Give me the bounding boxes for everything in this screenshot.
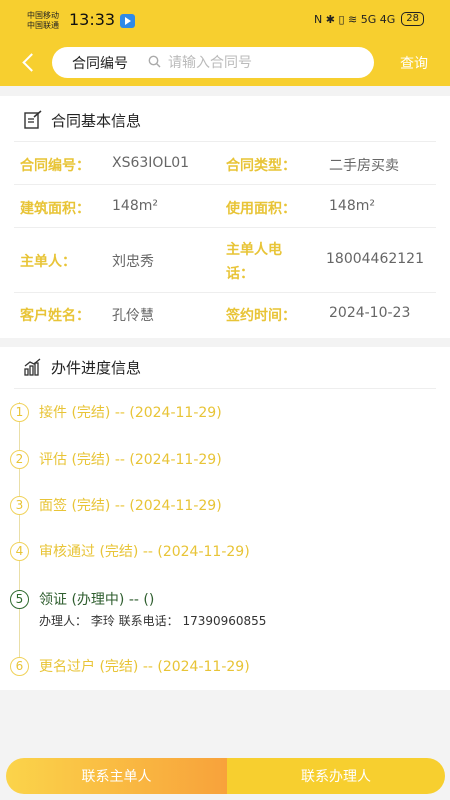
timeline-line <box>19 402 20 676</box>
divider <box>14 184 436 185</box>
use-area-value: 148m² <box>329 198 375 214</box>
step-number-2: 2 <box>10 449 29 469</box>
carrier-2: 中国联通 <box>27 21 59 30</box>
use-area-label: 使用面积： <box>226 201 296 217</box>
contract-type-label: 合同类型： <box>226 158 296 174</box>
owner-value: 刘忠秀 <box>112 254 154 270</box>
contract-type-value: 二手房买卖 <box>329 158 399 174</box>
progress-step-1: 1 接件 (完结) -- (2024-11-29) <box>10 402 222 422</box>
carrier-1: 中国移动 <box>27 11 59 20</box>
step-text-1: 接件 (完结) -- (2024-11-29) <box>39 405 222 421</box>
step-number-4: 4 <box>10 541 29 561</box>
bar-chart-icon <box>24 358 41 376</box>
build-area-label: 建筑面积： <box>20 201 90 217</box>
contract-number-value: XS63IOL01 <box>112 155 190 171</box>
progress-step-4: 4 审核通过 (完结) -- (2024-11-29) <box>10 541 250 561</box>
status-time: 13:33 <box>69 10 116 29</box>
carrier-info: 中国移动 中国联通 <box>27 11 59 31</box>
build-area-value: 148m² <box>112 198 158 214</box>
customer-name-label: 客户姓名： <box>20 308 90 324</box>
progress-card <box>0 347 450 690</box>
step-5-handler-info: 办理人： 李玲 联系电话： 17390960855 <box>39 614 267 628</box>
sign-date-value: 2024-10-23 <box>329 305 411 321</box>
step-text-4: 审核通过 (完结) -- (2024-11-29) <box>39 544 250 560</box>
contract-number-label: 合同编号： <box>20 158 90 174</box>
search-bar[interactable]: 合同编号 <box>52 47 374 78</box>
owner-phone-label-line1: 主单人电 <box>226 242 282 258</box>
contract-info-header: 合同基本信息 <box>23 108 141 132</box>
search-field-label: 合同编号 <box>72 56 128 72</box>
battery-icon: 28 <box>401 12 424 26</box>
search-icon <box>148 55 161 68</box>
customer-name-value: 孔伶慧 <box>112 308 154 324</box>
contact-handler-button[interactable]: 联系办理人 <box>227 758 445 794</box>
step-number-5: 5 <box>10 589 29 609</box>
owner-phone-value[interactable]: 18004462121 <box>326 251 424 267</box>
owner-phone-label-line2: 话： <box>226 266 254 282</box>
owner-label: 主单人： <box>20 254 76 270</box>
step-number-1: 1 <box>10 402 29 422</box>
contract-number-input[interactable] <box>168 52 358 74</box>
system-icons: N ✱ ▯ ≋ 5G 4G 28 <box>314 12 424 26</box>
status-bar: 中国移动 中国联通 13:33 N ✱ ▯ ≋ 5G 4G 28 <box>0 0 450 40</box>
progress-step-3: 3 面签 (完结) -- (2024-11-29) <box>10 495 222 515</box>
progress-title: 办件进度信息 <box>51 358 142 377</box>
step-text-6: 更名过户 (完结) -- (2024-11-29) <box>39 659 250 675</box>
step-text-2: 评估 (完结) -- (2024-11-29) <box>39 452 222 468</box>
sign-date-label: 签约时间： <box>226 308 296 324</box>
query-button[interactable]: 查询 <box>400 53 428 73</box>
progress-step-6: 6 更名过户 (完结) -- (2024-11-29) <box>10 656 250 676</box>
progress-step-5: 5 领证 (办理中) -- () <box>10 589 154 609</box>
divider <box>14 388 436 389</box>
progress-step-2: 2 评估 (完结) -- (2024-11-29) <box>10 449 222 469</box>
back-arrow-icon[interactable] <box>19 51 41 73</box>
contact-owner-button[interactable]: 联系主单人 <box>6 758 227 794</box>
contract-info-title: 合同基本信息 <box>51 111 142 130</box>
step-text-5: 领证 (办理中) -- () <box>39 592 155 608</box>
document-edit-icon <box>24 110 42 129</box>
notification-app-icon <box>120 14 135 28</box>
progress-header: 办件进度信息 <box>23 355 141 379</box>
system-status-icons: N ✱ ▯ ≋ 5G 4G <box>314 12 396 26</box>
divider <box>14 141 436 142</box>
app-header: 合同编号 查询 <box>0 40 450 86</box>
step-number-6: 6 <box>10 656 29 676</box>
divider <box>14 227 436 228</box>
step-number-3: 3 <box>10 495 29 515</box>
step-text-3: 面签 (完结) -- (2024-11-29) <box>39 498 222 514</box>
divider <box>14 292 436 293</box>
